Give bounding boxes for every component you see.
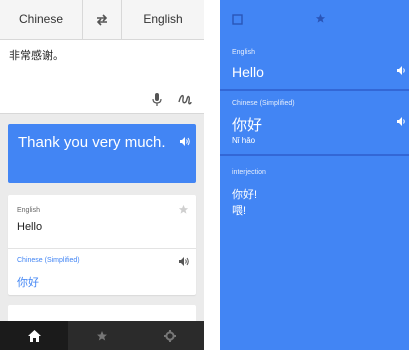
bottom-tab-bar bbox=[0, 321, 204, 350]
handwriting-icon[interactable] bbox=[178, 93, 192, 106]
translated-word: 你好 bbox=[232, 117, 263, 134]
source-input-area[interactable]: 非常感谢。 bbox=[0, 40, 204, 114]
tab-home[interactable] bbox=[0, 321, 68, 350]
star-icon[interactable] bbox=[315, 13, 326, 24]
target-language-button[interactable]: English bbox=[122, 0, 204, 39]
swap-arrows-icon bbox=[96, 13, 108, 26]
panel-toolbar bbox=[220, 0, 409, 40]
speaker-icon[interactable] bbox=[180, 137, 190, 146]
fullscreen-icon[interactable] bbox=[232, 14, 243, 25]
translation-block: Chinese (Simplified) 你好 Nǐ hǎo bbox=[220, 91, 409, 154]
pinyin-text: Nǐ hǎo bbox=[232, 136, 256, 145]
gear-icon bbox=[164, 329, 176, 342]
speaker-icon[interactable] bbox=[397, 117, 407, 126]
swap-languages-button[interactable] bbox=[82, 0, 122, 39]
dict-word: Hello bbox=[17, 221, 43, 233]
dictionary-entry: 你好! bbox=[232, 189, 258, 201]
language-bar: Chinese English bbox=[0, 0, 204, 40]
source-language-button[interactable]: Chinese bbox=[0, 0, 82, 39]
dict-language-label: English bbox=[17, 207, 40, 214]
dict-translation: 你好 bbox=[17, 277, 39, 289]
source-block: English Hello bbox=[220, 40, 409, 89]
fullscreen-translation-panel: English Hello Chinese (Simplified) 你好 Nǐ… bbox=[220, 0, 409, 350]
dict-target-language-label: Chinese (Simplified) bbox=[17, 257, 80, 264]
source-word: Hello bbox=[232, 64, 264, 80]
microphone-icon[interactable] bbox=[152, 93, 162, 106]
target-language-label: Chinese (Simplified) bbox=[232, 100, 295, 107]
speaker-icon[interactable] bbox=[397, 66, 407, 75]
tab-settings[interactable] bbox=[136, 321, 204, 350]
dictionary-entry: 喂! bbox=[232, 205, 247, 217]
part-of-speech-label: interjection bbox=[232, 169, 266, 176]
star-icon bbox=[97, 330, 107, 340]
speaker-icon[interactable] bbox=[179, 257, 189, 266]
source-language-label: English bbox=[232, 49, 255, 56]
translation-result-text: Thank you very much. bbox=[18, 134, 166, 151]
tab-favorites[interactable] bbox=[68, 321, 136, 350]
home-icon bbox=[27, 329, 41, 342]
translation-result-card[interactable]: Thank you very much. bbox=[8, 124, 196, 183]
mobile-translate-screen: Chinese English 非常感谢。 Thank you very muc… bbox=[0, 0, 204, 350]
dictionary-block: interjection 你好! 喂! bbox=[220, 156, 409, 350]
dictionary-card[interactable]: English Hello Chinese (Simplified) 你好 bbox=[8, 195, 196, 295]
card-divider bbox=[8, 248, 196, 249]
source-input-text[interactable]: 非常感谢。 bbox=[9, 47, 64, 63]
star-icon[interactable] bbox=[178, 204, 189, 215]
